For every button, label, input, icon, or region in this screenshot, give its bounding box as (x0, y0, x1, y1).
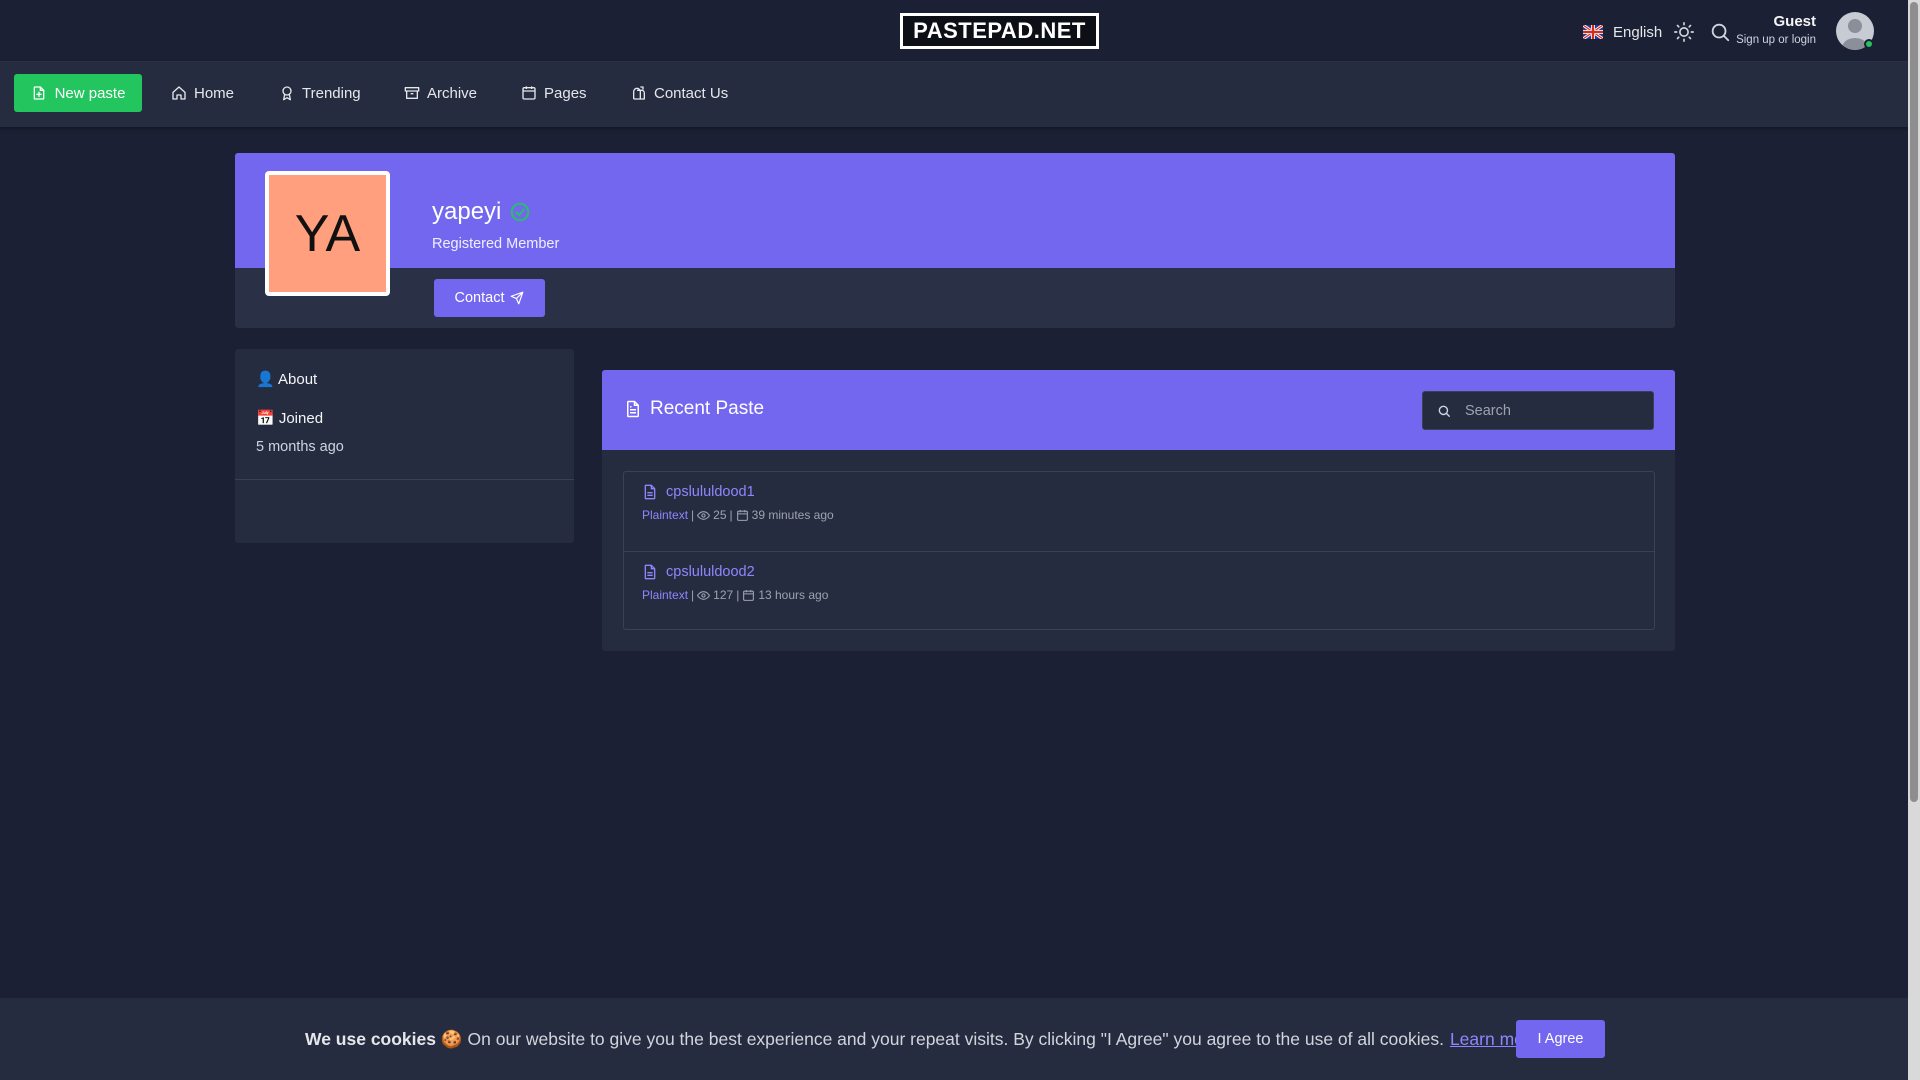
language-selector[interactable]: English (1583, 22, 1662, 42)
paste-search-box[interactable] (1422, 391, 1654, 430)
recent-paste-card: Recent Paste cpslululdood1 Plaintext | 2… (602, 370, 1675, 651)
paste-title-text: cpslululdood1 (666, 484, 755, 500)
about-title: 👤 About (256, 371, 318, 388)
search-icon (1438, 405, 1450, 417)
sun-icon[interactable] (1673, 21, 1695, 43)
paste-list-item[interactable]: cpslululdood2 Plaintext | 127 | 13 hours… (624, 551, 1654, 630)
about-divider (235, 479, 574, 480)
contact-label: Contact (454, 290, 505, 306)
paste-meta: Plaintext | 25 | 39 minutes ago (642, 508, 834, 522)
calendar-icon (743, 589, 755, 601)
site-logo[interactable]: PASTEPAD.NET (900, 13, 1099, 49)
paste-views: 127 (713, 588, 734, 602)
meta-separator: | (691, 508, 695, 522)
scrollbar-thumb[interactable] (1910, 2, 1918, 802)
about-card: 👤 About 📅 Joined 5 months ago (235, 349, 574, 543)
guest-signup-link[interactable]: Sign up or login (1736, 34, 1816, 46)
paste-title-link[interactable]: cpslululdood2 (642, 564, 755, 580)
nav-archive[interactable]: Archive (404, 74, 477, 112)
meta-separator: | (736, 588, 740, 602)
guest-account[interactable]: Guest Sign up or login (1736, 13, 1816, 46)
search-icon[interactable] (1709, 21, 1731, 43)
paste-list: cpslululdood1 Plaintext | 25 | 39 minute… (623, 471, 1655, 630)
file-text-icon (644, 564, 656, 580)
paste-time: 13 hours ago (758, 588, 829, 602)
eye-icon (697, 510, 711, 520)
joined-value: 5 months ago (256, 439, 344, 455)
language-label: English (1613, 23, 1663, 41)
paste-search-input[interactable] (1465, 402, 1645, 419)
profile-avatar: YA (265, 171, 390, 296)
joined-label: 📅 Joined (256, 410, 324, 427)
send-icon (511, 291, 524, 305)
online-status-dot (1864, 39, 1874, 49)
nav-home[interactable]: Home (171, 74, 234, 112)
nav-archive-label: Archive (427, 84, 478, 102)
paste-list-item[interactable]: cpslululdood1 Plaintext | 25 | 39 minute… (624, 472, 1654, 551)
nav-pages-label: Pages (544, 84, 587, 102)
nav-trending[interactable]: Trending (279, 74, 361, 112)
paste-title-text: cpslululdood2 (666, 564, 755, 580)
username-text: yapeyi (432, 198, 502, 225)
cookie-body: On our website to give you the best expe… (462, 1029, 1444, 1049)
award-icon (282, 86, 292, 101)
contact-button[interactable]: Contact (434, 279, 545, 317)
agree-button[interactable]: I Agree (1516, 1020, 1605, 1058)
paste-syntax[interactable]: Plaintext (642, 508, 688, 522)
nav-home-label: Home (194, 84, 235, 102)
profile-role: Registered Member (432, 236, 560, 252)
calendar-icon (736, 509, 748, 521)
paste-time: 39 minutes ago (751, 508, 834, 522)
recent-paste-title: Recent Paste (624, 398, 764, 420)
cookie-message: We use cookies 🍪 On our website to give … (305, 1029, 1539, 1050)
paste-title-link[interactable]: cpslululdood1 (642, 484, 755, 500)
paste-views: 25 (713, 508, 727, 522)
profile-header: YA yapeyi Registered Member Contact (235, 153, 1675, 328)
file-text-icon (627, 400, 639, 418)
top-header: PASTEPAD.NET English Guest Sign up or lo… (0, 0, 1908, 62)
new-paste-label: New paste (54, 84, 126, 102)
nav-contact-us[interactable]: Contact Us (631, 74, 728, 112)
nav-pages[interactable]: Pages (521, 74, 587, 112)
calendar-icon (522, 86, 536, 100)
cookie-heading: We use cookies 🍪 (305, 1029, 463, 1049)
verified-check-icon (511, 202, 530, 222)
nav-contact-us-label: Contact Us (654, 84, 729, 102)
uk-flag-icon (1583, 25, 1603, 39)
recent-paste-title-text: Recent Paste (650, 398, 765, 419)
profile-username: yapeyi (432, 198, 531, 226)
main-nav: New paste Home Trending Archive Pages Co… (0, 62, 1908, 127)
meta-separator: | (691, 588, 695, 602)
paste-syntax[interactable]: Plaintext (642, 588, 688, 602)
guest-name: Guest (1773, 13, 1816, 30)
home-icon (172, 86, 186, 100)
nav-trending-label: Trending (302, 84, 361, 102)
new-paste-button[interactable]: New paste (14, 74, 142, 112)
mailbox-icon (633, 86, 645, 100)
paste-meta: Plaintext | 127 | 13 hours ago (642, 588, 828, 602)
file-text-icon (644, 484, 656, 500)
archive-icon (404, 87, 420, 99)
eye-icon (697, 590, 711, 600)
meta-separator: | (729, 508, 733, 522)
file-plus-icon (33, 86, 44, 100)
cookie-banner: We use cookies 🍪 On our website to give … (0, 998, 1908, 1080)
